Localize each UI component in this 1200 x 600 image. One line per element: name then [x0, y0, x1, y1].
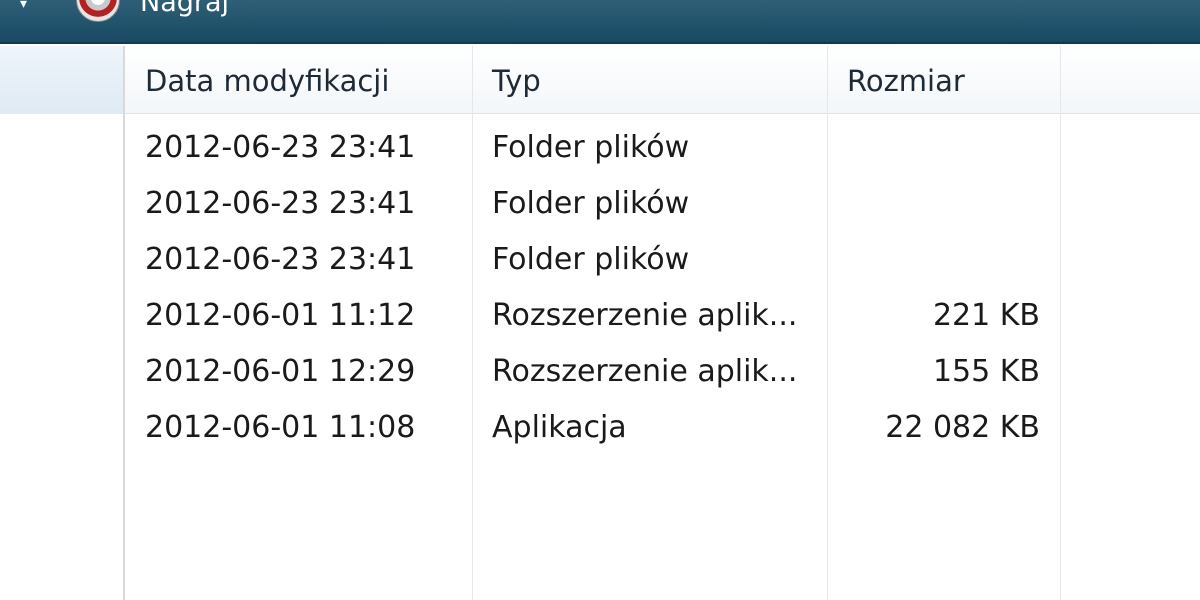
- file-size: [830, 231, 1040, 287]
- column-header-size[interactable]: Rozmiar: [827, 46, 1060, 113]
- file-size: 22 082 KB: [885, 410, 1040, 445]
- nav-selected-item[interactable]: [0, 46, 123, 114]
- column-separator[interactable]: [1060, 46, 1061, 600]
- burn-disc-icon[interactable]: [76, 0, 120, 22]
- file-type: Aplikacja: [492, 410, 627, 445]
- file-type: Folder plików: [492, 186, 690, 221]
- file-row[interactable]: 2012-06-01 11:12 Rozszerzenie aplik... 2…: [125, 287, 1060, 343]
- file-row[interactable]: 2012-06-23 23:41 Folder plików: [125, 175, 1060, 231]
- date-modified: 2012-06-01 11:08: [145, 410, 416, 445]
- chevron-down-icon[interactable]: ▾: [20, 0, 27, 12]
- file-type: Folder plików: [492, 242, 690, 277]
- date-modified: 2012-06-23 23:41: [145, 186, 416, 221]
- date-modified: 2012-06-01 11:12: [145, 298, 416, 333]
- column-header-empty[interactable]: [1060, 46, 1200, 113]
- file-type: Folder plików: [492, 130, 690, 165]
- navigation-pane: [0, 46, 123, 600]
- column-header-row: Data modyfikacji Typ Rozmiar: [125, 46, 1200, 114]
- column-header-type[interactable]: Typ: [472, 46, 827, 113]
- date-modified: 2012-06-23 23:41: [145, 242, 416, 277]
- date-modified: 2012-06-23 23:41: [145, 130, 416, 165]
- file-row[interactable]: 2012-06-01 11:08 Aplikacja 22 082 KB: [125, 399, 1060, 455]
- file-size: 221 KB: [932, 298, 1040, 333]
- file-row[interactable]: 2012-06-23 23:41 Folder plików: [125, 231, 1060, 287]
- file-row[interactable]: 2012-06-23 23:41 Folder plików: [125, 119, 1060, 175]
- file-size: [830, 119, 1040, 175]
- file-type: Rozszerzenie aplik...: [492, 298, 798, 333]
- file-size: [830, 175, 1040, 231]
- column-header-date[interactable]: Data modyfikacji: [125, 46, 472, 113]
- date-modified: 2012-06-01 12:29: [145, 354, 416, 389]
- file-type: Rozszerzenie aplik...: [492, 354, 798, 389]
- burn-button[interactable]: Nagraj: [140, 0, 229, 18]
- file-row[interactable]: 2012-06-01 12:29 Rozszerzenie aplik... 1…: [125, 343, 1060, 399]
- toolbar: ▾ Nagraj: [0, 0, 1200, 44]
- file-size: 155 KB: [932, 354, 1040, 389]
